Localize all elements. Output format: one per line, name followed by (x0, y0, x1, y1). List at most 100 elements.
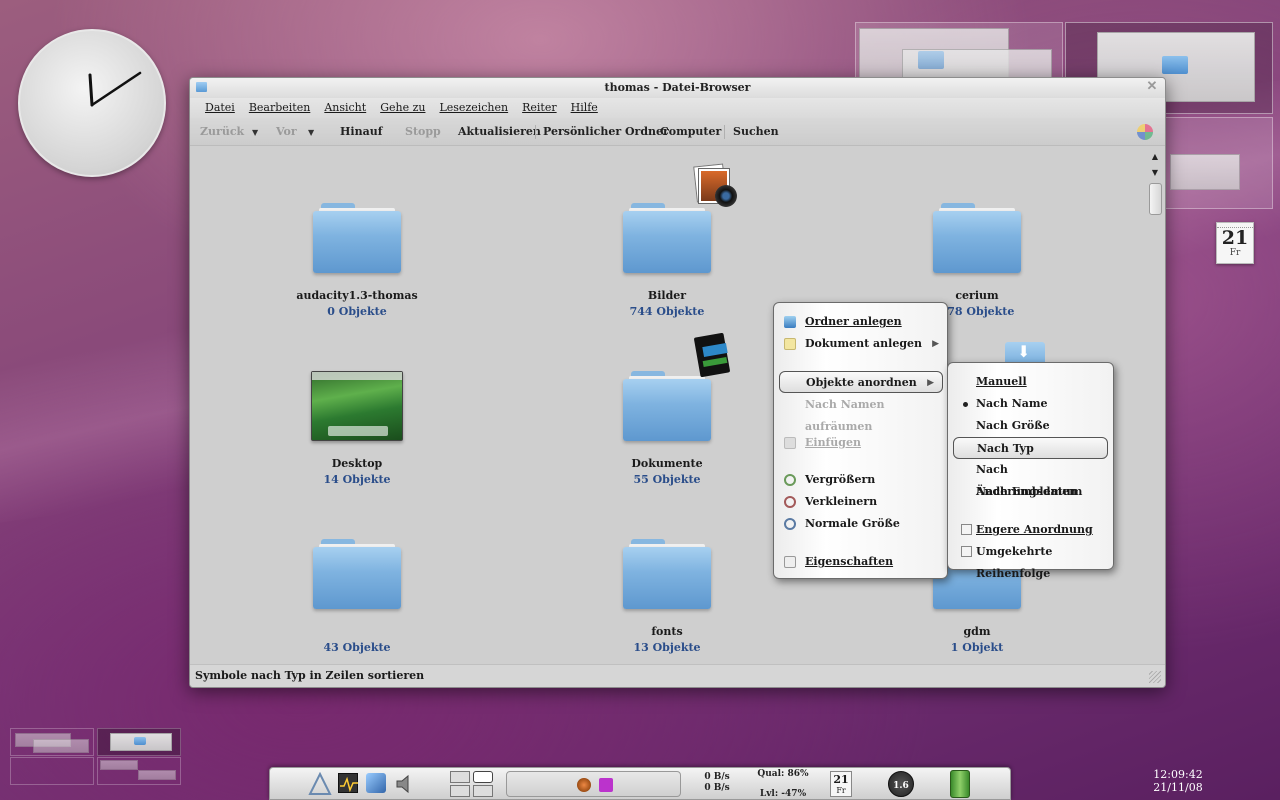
submenu-item-manual[interactable]: Manuell (948, 371, 1113, 393)
desktop-switch-icon[interactable] (450, 785, 470, 797)
wifi-level: Lvl: -47% (759, 789, 807, 799)
menu-bearbeiten[interactable]: Bearbeiten (242, 98, 318, 118)
scroll-down-icon[interactable]: ▼ (1150, 168, 1160, 178)
mini-pager-2[interactable] (97, 728, 181, 756)
folder-icon (623, 539, 711, 609)
context-menu: Ordner anlegen Dokument anlegen ▶ Objekt… (773, 302, 948, 579)
app-icon[interactable] (577, 778, 591, 792)
clock-date: 21/11/08 (1153, 781, 1203, 794)
checkbox-compact[interactable] (961, 524, 972, 535)
desktop-switch-icon[interactable] (473, 771, 493, 783)
submenu-item-by-date[interactable]: Nach Änderungsdatum (948, 459, 1113, 498)
new-document-icon (784, 338, 796, 350)
menu-item-zoom-out[interactable]: Verkleinern (774, 491, 947, 513)
calendar-day: 21 (1221, 227, 1249, 249)
zoom-in-icon (784, 474, 796, 486)
folder-icon (196, 82, 207, 92)
menu-item-zoom-in[interactable]: Vergrößern (774, 469, 947, 491)
statusbar: Symbole nach Typ in Zeilen sortieren (190, 664, 1165, 687)
calendar-widget: 21 Fr (1216, 222, 1254, 264)
clock-time: 12:09:42 (1153, 768, 1203, 781)
app-icon[interactable] (599, 778, 613, 792)
volume-icon[interactable] (394, 772, 416, 796)
zoom-normal-icon (784, 518, 796, 530)
clock-hands (88, 71, 142, 107)
download-folder-icon (1005, 342, 1045, 362)
calendar-icon[interactable]: 21 Fr (830, 771, 852, 797)
mini-pager-1[interactable] (10, 728, 94, 756)
folder-icon (313, 203, 401, 273)
computer-button[interactable]: Computer (660, 118, 721, 146)
documents-emblem-icon (693, 331, 735, 379)
forward-button[interactable]: Vor (276, 118, 297, 146)
menu-lesezeichen[interactable]: Lesezeichen (432, 98, 515, 118)
system-monitor-icon[interactable] (338, 773, 358, 793)
menu-hilfe[interactable]: Hilfe (564, 98, 605, 118)
up-button[interactable]: Hinauf (340, 118, 382, 146)
reload-button[interactable]: Aktualisieren (458, 118, 541, 146)
wifi-quality: Qual: 86% (757, 769, 809, 779)
toolbar-separator (724, 125, 725, 139)
cpu-load-gauge-icon: 1.6 (888, 771, 914, 797)
submenu-arrow-icon: ▶ (927, 378, 934, 388)
desktop-thumbnail-icon (311, 371, 403, 441)
scroll-up-icon[interactable]: ▲ (1150, 152, 1160, 162)
arrange-submenu: Manuell Nach Name Nach Größe Nach Typ Na… (947, 362, 1114, 580)
folder-item-bilder[interactable]: Bilder 744 Objekte (567, 203, 767, 318)
menu-item-properties[interactable]: Eigenschaften (774, 551, 947, 573)
menu-item-paste[interactable]: Einfügen (774, 432, 947, 454)
submenu-item-compact[interactable]: Engere Anordnung (948, 519, 1113, 541)
window-titlebar[interactable]: thomas - Datei-Browser ✕ (190, 78, 1165, 98)
submenu-item-by-type[interactable]: Nach Typ (953, 437, 1108, 459)
bottom-panel: 0 B/s 0 B/s Qual: 86% Lvl: -47% 21 Fr 1.… (269, 767, 1011, 800)
toolbar-separator (535, 125, 536, 139)
menu-item-normal-size[interactable]: Normale Größe (774, 513, 947, 535)
mini-pager-3[interactable] (10, 757, 94, 785)
menu-datei[interactable]: Datei (198, 98, 242, 118)
submenu-item-by-name[interactable]: Nach Name (948, 393, 1113, 415)
virtualbox-icon[interactable] (366, 773, 386, 793)
throbber-icon (1137, 124, 1153, 140)
folder-item-fonts[interactable]: fonts 13 Objekte (567, 539, 767, 654)
vertical-scrollbar[interactable]: ▲ ▼ (1145, 146, 1165, 666)
folder-item-dokumente[interactable]: Dokumente 55 Objekte (567, 371, 767, 486)
arch-launcher-icon[interactable] (308, 772, 332, 796)
folder-item-desktop[interactable]: Desktop 14 Objekte (257, 371, 457, 486)
folder-icon (933, 203, 1021, 273)
home-button[interactable]: Persönlicher Ordner (543, 118, 669, 146)
menu-reiter[interactable]: Reiter (515, 98, 564, 118)
back-button[interactable]: Zurück (200, 118, 244, 146)
scrollbar-thumb[interactable] (1149, 183, 1162, 215)
resize-grip-icon[interactable] (1149, 671, 1161, 683)
folder-item-audacity[interactable]: audacity1.3-thomas 0 Objekte (257, 203, 457, 318)
search-button[interactable]: Suchen (733, 118, 779, 146)
properties-icon (784, 556, 796, 568)
submenu-item-by-emblems[interactable]: Nach Emblemen (948, 481, 1113, 503)
checkbox-reverse[interactable] (961, 546, 972, 557)
menu-item-clean-up[interactable]: Nach Namen aufräumen (774, 394, 947, 433)
menu-gehe-zu[interactable]: Gehe zu (373, 98, 432, 118)
folder-item-cerium[interactable]: cerium 278 Objekte (877, 203, 1077, 318)
menu-item-new-document[interactable]: Dokument anlegen ▶ (774, 333, 947, 355)
menu-item-arrange[interactable]: Objekte anordnen ▶ (779, 371, 943, 393)
mini-pager-4[interactable] (97, 757, 181, 785)
net-download-speed: 0 B/s (704, 783, 730, 793)
close-icon[interactable]: ✕ (1145, 80, 1159, 94)
menu-ansicht[interactable]: Ansicht (317, 98, 373, 118)
desktop-switch-icon[interactable] (473, 785, 493, 797)
calendar-weekday: Fr (1229, 248, 1241, 258)
desktop-switch-icon[interactable] (450, 771, 470, 783)
folder-item-unnamed[interactable]: 43 Objekte (257, 539, 457, 654)
task-list[interactable] (506, 771, 681, 797)
submenu-item-by-size[interactable]: Nach Größe (948, 415, 1113, 437)
back-history-dropdown[interactable]: ▼ (252, 118, 258, 146)
forward-history-dropdown[interactable]: ▼ (308, 118, 314, 146)
stop-button[interactable]: Stopp (405, 118, 441, 146)
status-text: Symbole nach Typ in Zeilen sortieren (195, 669, 425, 682)
zoom-out-icon (784, 496, 796, 508)
submenu-item-reverse[interactable]: Umgekehrte Reihenfolge (948, 541, 1113, 580)
menu-item-new-folder[interactable]: Ordner anlegen (774, 311, 947, 333)
submenu-arrow-icon: ▶ (932, 339, 939, 349)
trash-icon[interactable] (950, 770, 970, 798)
system-clock: 12:09:42 21/11/08 (1148, 768, 1208, 794)
